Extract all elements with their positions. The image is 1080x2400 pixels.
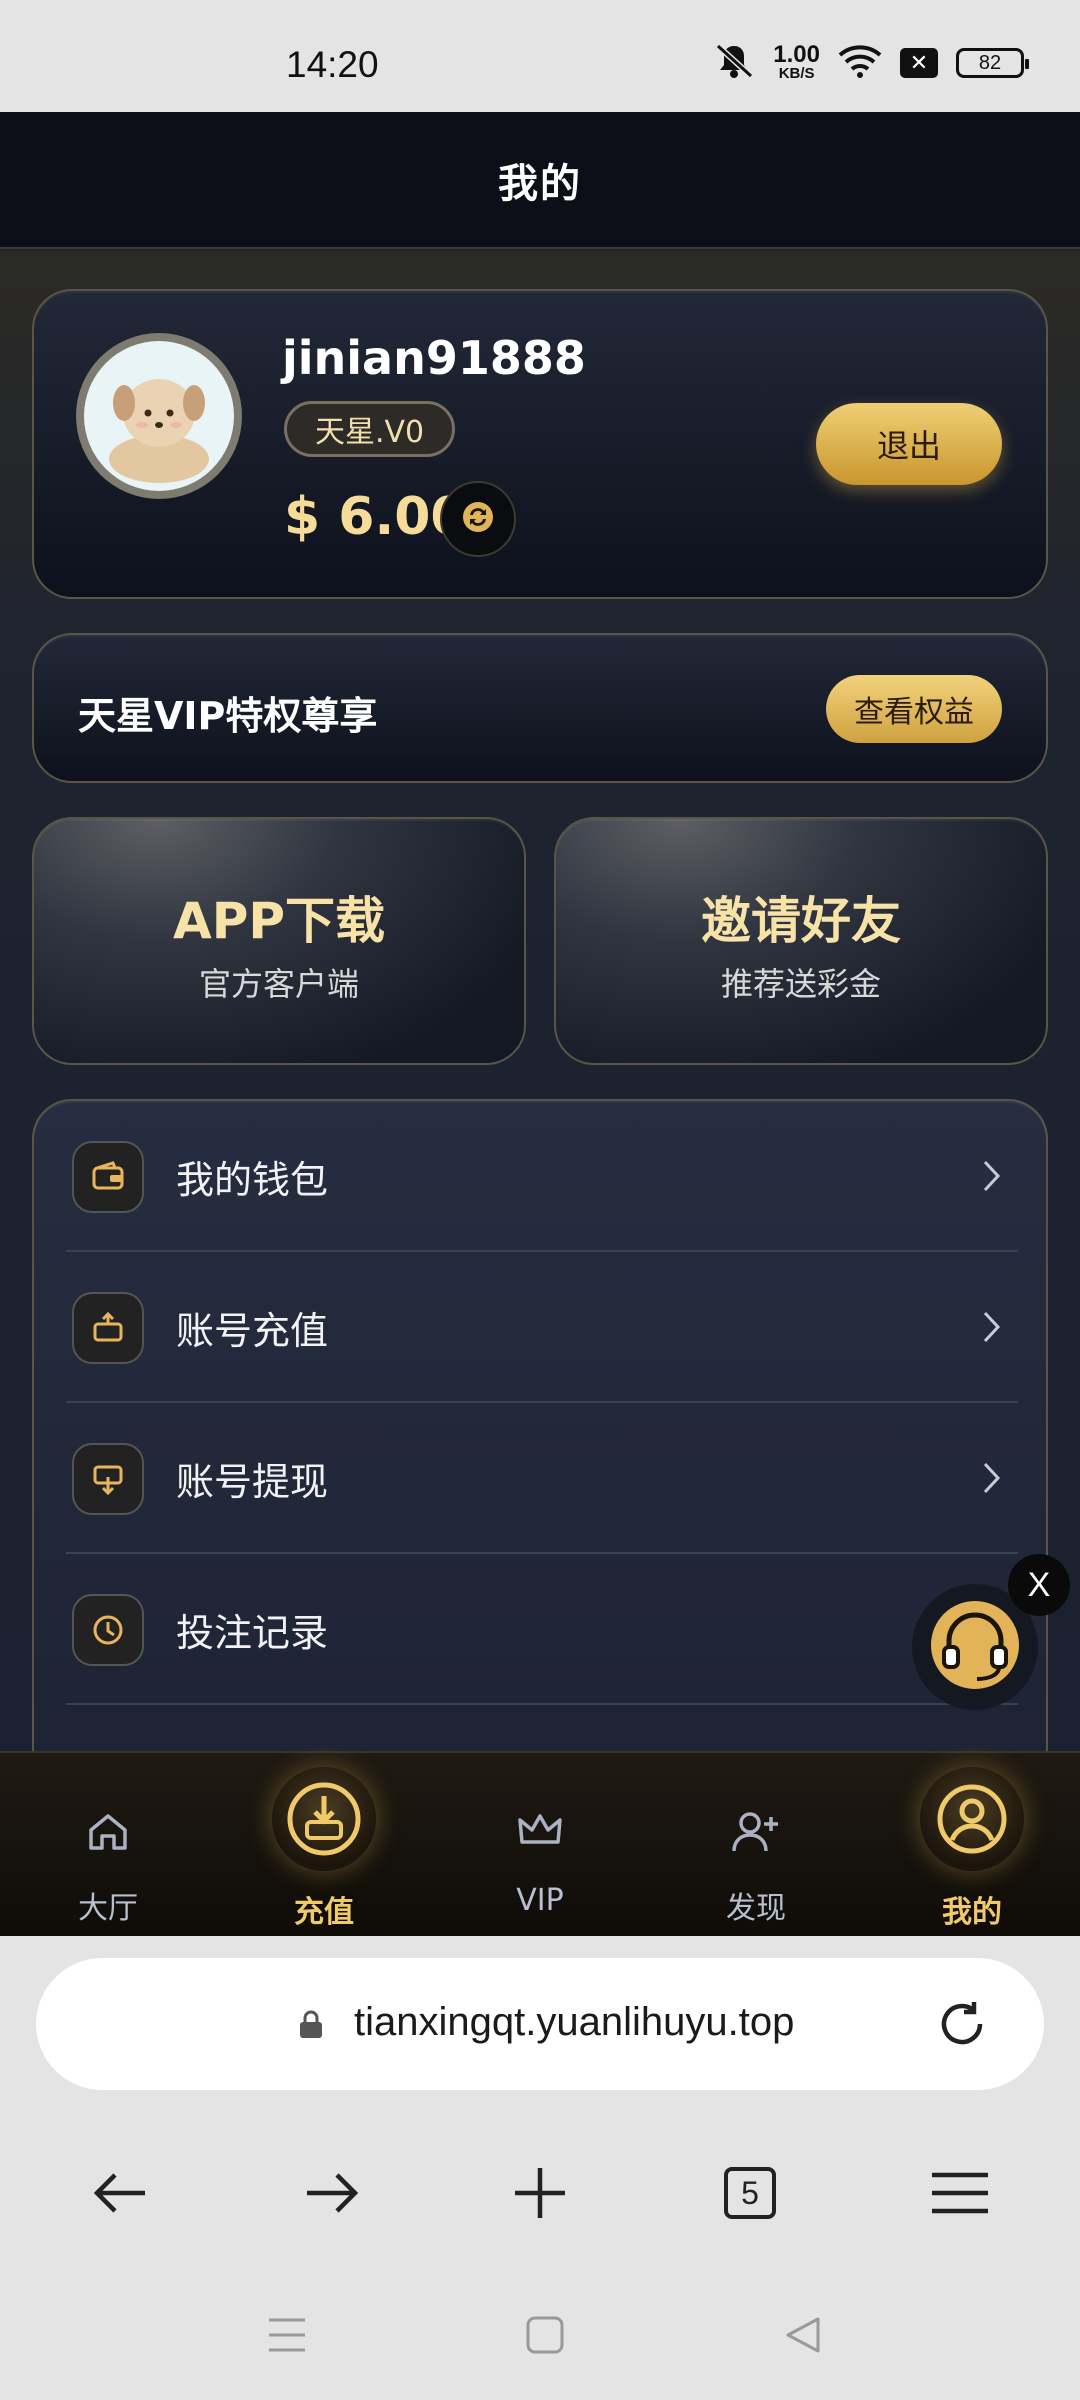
- withdraw-icon: [72, 1443, 144, 1515]
- net-speed: 1.00 KB/S: [773, 41, 820, 83]
- menu-item-label: 我的钱包: [176, 1158, 329, 1202]
- vip-banner-text: 天星VIP特权尊享: [78, 694, 378, 738]
- system-navigation-bar: [0, 2290, 1080, 2380]
- x-badge-icon: ✕: [900, 48, 938, 78]
- tile-subtitle: 官方客户端: [198, 965, 359, 1003]
- support-close-button[interactable]: X: [1008, 1554, 1070, 1616]
- home-icon: [73, 1797, 143, 1867]
- menu-item-recharge[interactable]: 账号充值: [34, 1252, 1050, 1403]
- divider: [66, 1703, 1018, 1705]
- vip-banner: 天星VIP特权尊享 查看权益: [32, 633, 1048, 783]
- bottom-tab-bar: 大厅 充值 VIP 发现 我的: [0, 1751, 1080, 1936]
- app-download-tile[interactable]: APP下载 官方客户端: [32, 817, 526, 1065]
- add-user-icon: [721, 1797, 791, 1867]
- avatar[interactable]: [76, 333, 242, 499]
- username: jinian91888: [282, 331, 586, 385]
- tab-label: 充值: [294, 1895, 354, 1930]
- url-text: tianxingqt.yuanlihuyu.top: [354, 2000, 795, 2044]
- page-title: 我的: [498, 160, 582, 207]
- menu-list: 我的钱包 账号充值 账号提现 投注记录: [32, 1099, 1048, 1819]
- tab-deposit[interactable]: 充值: [216, 1753, 432, 1936]
- browser-toolbar: 5: [0, 2130, 1080, 2250]
- clock-icon: [72, 1594, 144, 1666]
- mute-icon: [713, 42, 755, 84]
- view-benefits-button[interactable]: 查看权益: [826, 675, 1002, 743]
- tab-lobby[interactable]: 大厅: [0, 1753, 216, 1936]
- chevron-right-icon: [972, 1151, 1012, 1201]
- forward-icon[interactable]: [296, 2158, 366, 2228]
- invite-friends-tile[interactable]: 邀请好友 推荐送彩金: [554, 817, 1048, 1065]
- tab-label: 我的: [942, 1895, 1002, 1930]
- tile-subtitle: 推荐送彩金: [720, 965, 881, 1003]
- recharge-icon: [72, 1292, 144, 1364]
- deposit-icon: [272, 1767, 376, 1871]
- wifi-icon: [838, 43, 882, 83]
- tab-label: 发现: [726, 1891, 786, 1926]
- new-tab-icon[interactable]: [505, 2158, 575, 2228]
- tab-mine[interactable]: 我的: [864, 1753, 1080, 1936]
- refresh-icon: [460, 499, 496, 539]
- crown-icon: [505, 1797, 575, 1867]
- headset-icon: [929, 1599, 1021, 1695]
- menu-icon[interactable]: [925, 2158, 995, 2228]
- status-bar: 14:20 1.00 KB/S ✕ 82: [0, 0, 1080, 112]
- content-area: jinian91888 天星.V0 $ 6.00 退出 天星VIP特权尊享 查看…: [0, 251, 1080, 1819]
- vip-level-badge: 天星.V0: [284, 401, 456, 457]
- lock-icon: [298, 2010, 324, 2044]
- menu-item-wallet[interactable]: 我的钱包: [34, 1101, 1050, 1252]
- home-nav-icon[interactable]: [520, 2310, 570, 2360]
- back-icon[interactable]: [86, 2158, 156, 2228]
- wallet-icon: [72, 1141, 144, 1213]
- tab-label: 大厅: [78, 1891, 138, 1926]
- tile-title: APP下载: [173, 892, 385, 950]
- tabs-button[interactable]: 5: [715, 2158, 785, 2228]
- logout-button[interactable]: 退出: [816, 403, 1002, 485]
- user-icon: [920, 1767, 1024, 1871]
- status-time: 14:20: [286, 44, 379, 85]
- tab-count: 5: [724, 2167, 776, 2219]
- dog-avatar-icon: [84, 341, 234, 491]
- back-nav-icon[interactable]: [778, 2310, 828, 2360]
- status-icons: 1.00 KB/S ✕ 82: [713, 41, 1029, 84]
- browser-url-bar[interactable]: tianxingqt.yuanlihuyu.top: [36, 1958, 1044, 2090]
- profile-card: jinian91888 天星.V0 $ 6.00 退出: [32, 289, 1048, 599]
- refresh-balance-button[interactable]: [440, 481, 516, 557]
- menu-item-label: 投注记录: [176, 1611, 329, 1655]
- menu-item-label: 账号提现: [176, 1460, 329, 1504]
- tab-label: VIP: [516, 1883, 564, 1918]
- menu-item-label: 账号充值: [176, 1309, 329, 1353]
- menu-item-withdraw[interactable]: 账号提现: [34, 1403, 1050, 1554]
- chevron-right-icon: [972, 1302, 1012, 1352]
- tab-discover[interactable]: 发现: [648, 1753, 864, 1936]
- reload-icon[interactable]: [932, 1994, 992, 2058]
- tile-title: 邀请好友: [701, 892, 901, 950]
- recent-apps-icon[interactable]: [262, 2310, 312, 2360]
- chevron-right-icon: [972, 1453, 1012, 1503]
- menu-item-bet-records[interactable]: 投注记录: [34, 1554, 1050, 1705]
- app-view: 我的 jinian91888 天星.V0 $ 6.00 退出 天星VIP特权尊享…: [0, 112, 1080, 1936]
- battery-icon: 82: [956, 48, 1029, 78]
- tab-vip[interactable]: VIP: [432, 1753, 648, 1936]
- app-header: 我的: [0, 112, 1080, 249]
